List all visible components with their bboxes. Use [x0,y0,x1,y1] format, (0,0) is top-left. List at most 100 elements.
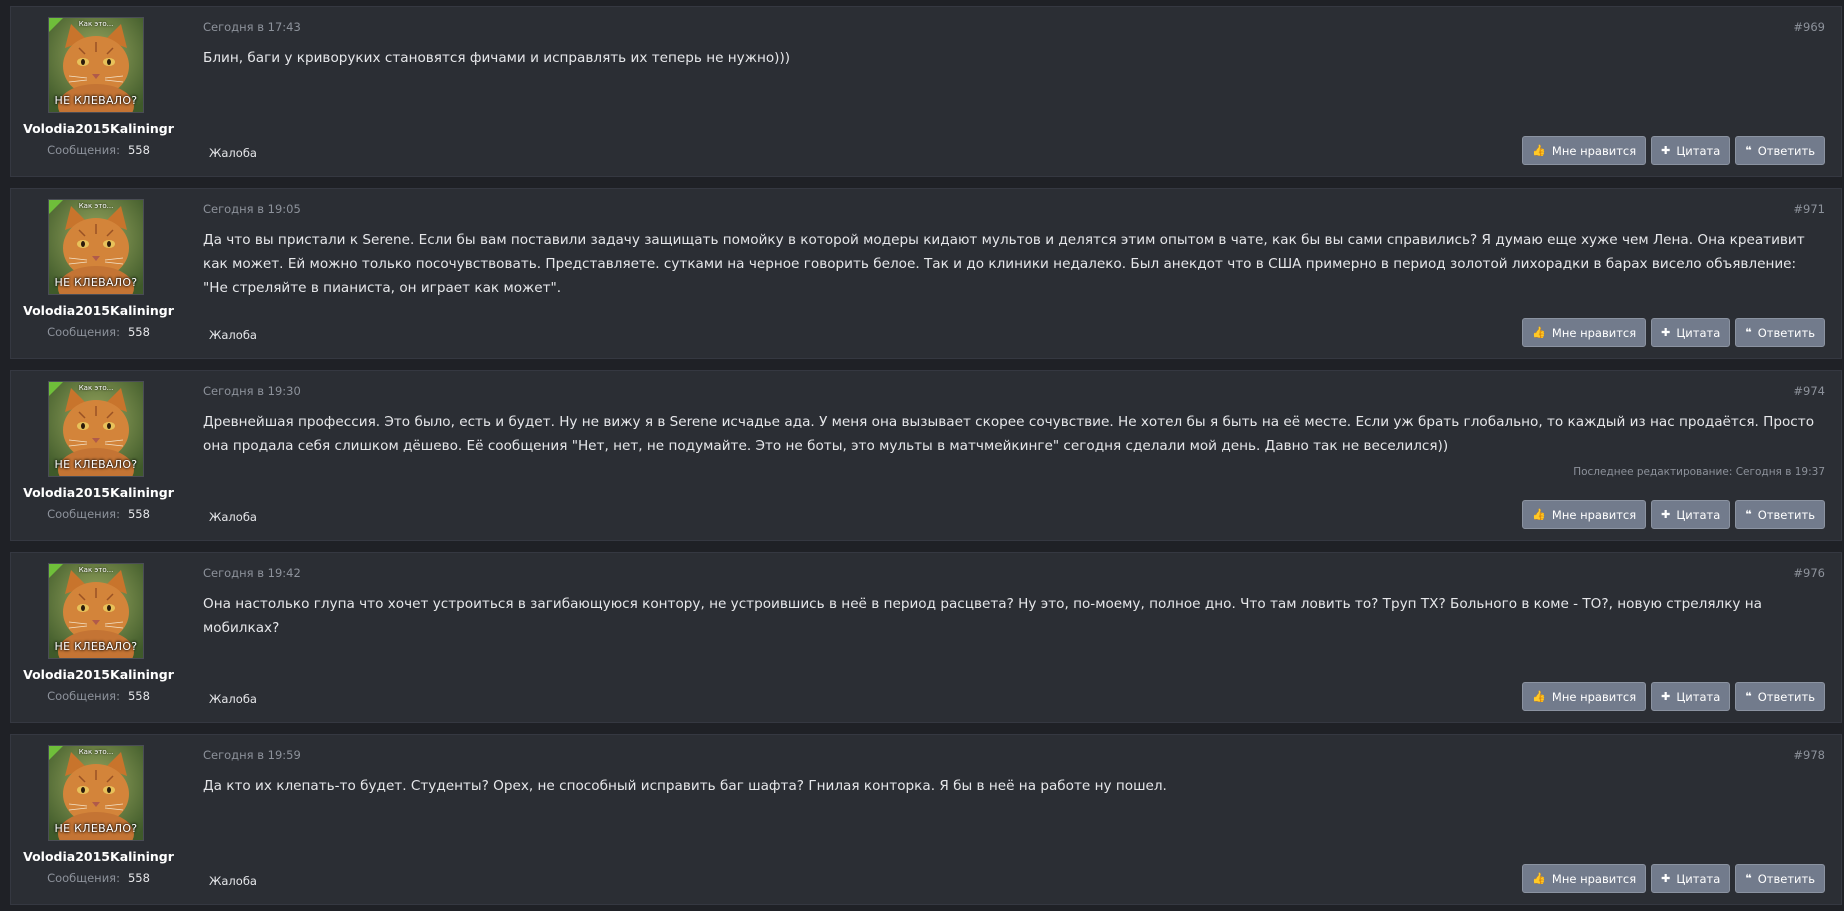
plus-icon: ✚ [1661,144,1671,157]
reply-button[interactable]: ❝ Ответить [1735,136,1825,165]
posts-list: Как это... НЕ КЛЕВАЛО? Volodia2015Kalini… [0,0,1844,911]
message-count-label: Сообщения: [47,143,120,157]
reply-button-label: Ответить [1757,143,1815,158]
reply-button[interactable]: ❝ Ответить [1735,500,1825,529]
quote-button[interactable]: ✚ Цитата [1651,136,1731,165]
reply-button-label: Ответить [1757,507,1815,522]
post-body: Да кто их клепать-то будет. Студенты? Ор… [203,778,1167,794]
report-link[interactable]: Жалоба [209,692,257,706]
like-button[interactable]: 👍 Мне нравится [1522,318,1647,347]
avatar-caption-top: Как это... [78,20,114,28]
reply-button[interactable]: ❝ Ответить [1735,864,1825,893]
post-actions: 👍 Мне нравится ✚ Цитата ❝ Ответить [1522,136,1825,165]
message-count-value[interactable]: 558 [128,871,150,885]
post-actions: 👍 Мне нравится ✚ Цитата ❝ Ответить [1522,682,1825,711]
post-date[interactable]: Сегодня в 19:05 [203,202,301,216]
report-link[interactable]: Жалоба [209,328,257,342]
like-button-label: Мне нравится [1551,689,1637,704]
post-date[interactable]: Сегодня в 19:42 [203,566,301,580]
quote-button[interactable]: ✚ Цитата [1651,500,1731,529]
post-number[interactable]: #969 [1793,20,1825,34]
avatar[interactable]: Как это... НЕ КЛЕВАЛО? [48,17,144,113]
post: Как это... НЕ КЛЕВАЛО? Volodia2015Kalini… [10,370,1842,541]
thumbs-up-icon: 👍 [1532,872,1546,885]
avatar-caption-bottom: НЕ КЛЕВАЛО? [54,822,138,835]
quote-button[interactable]: ✚ Цитата [1651,318,1731,347]
avatar-caption-bottom: НЕ КЛЕВАЛО? [54,458,138,471]
plus-icon: ✚ [1661,326,1671,339]
username[interactable]: Volodia2015Kaliningr [11,303,186,318]
avatar-caption-bottom: НЕ КЛЕВАЛО? [54,640,138,653]
post-actions: 👍 Мне нравится ✚ Цитата ❝ Ответить [1522,864,1825,893]
user-cell: Как это... НЕ КЛЕВАЛО? Volodia2015Kalini… [11,189,186,358]
like-button[interactable]: 👍 Мне нравится [1522,864,1647,893]
avatar[interactable]: Как это... НЕ КЛЕВАЛО? [48,381,144,477]
plus-icon: ✚ [1661,872,1671,885]
quote-icon: ❝ [1745,508,1752,521]
user-cell: Как это... НЕ КЛЕВАЛО? Volodia2015Kalini… [11,7,186,176]
post: Как это... НЕ КЛЕВАЛО? Volodia2015Kalini… [10,6,1842,177]
post: Как это... НЕ КЛЕВАЛО? Volodia2015Kalini… [10,734,1842,905]
like-button-label: Мне нравится [1551,325,1637,340]
avatar[interactable]: Как это... НЕ КЛЕВАЛО? [48,563,144,659]
quote-icon: ❝ [1745,690,1752,703]
message-count: Сообщения: 558 [11,689,186,703]
post-date[interactable]: Сегодня в 17:43 [203,20,301,34]
report-link[interactable]: Жалоба [209,874,257,888]
quote-icon: ❝ [1745,326,1752,339]
reply-button-label: Ответить [1757,689,1815,704]
user-cell: Как это... НЕ КЛЕВАЛО? Volodia2015Kalini… [11,735,186,904]
like-button-label: Мне нравится [1551,143,1637,158]
username[interactable]: Volodia2015Kaliningr [11,667,186,682]
thumbs-up-icon: 👍 [1532,326,1546,339]
avatar-caption-bottom: НЕ КЛЕВАЛО? [54,276,138,289]
message-count-label: Сообщения: [47,325,120,339]
like-button[interactable]: 👍 Мне нравится [1522,500,1647,529]
avatar-caption-bottom: НЕ КЛЕВАЛО? [54,94,138,107]
post-number[interactable]: #971 [1793,202,1825,216]
message-count-value[interactable]: 558 [128,325,150,339]
post-number[interactable]: #974 [1793,384,1825,398]
username[interactable]: Volodia2015Kaliningr [11,121,186,136]
like-button[interactable]: 👍 Мне нравится [1522,682,1647,711]
post-number[interactable]: #978 [1793,748,1825,762]
post-number[interactable]: #976 [1793,566,1825,580]
user-cell: Как это... НЕ КЛЕВАЛО? Volodia2015Kalini… [11,553,186,722]
post-date[interactable]: Сегодня в 19:59 [203,748,301,762]
thumbs-up-icon: 👍 [1532,144,1546,157]
post-body: Древнейшая профессия. Это было, есть и б… [203,414,1815,454]
avatar[interactable]: Как это... НЕ КЛЕВАЛО? [48,745,144,841]
message-count-label: Сообщения: [47,507,120,521]
avatar-caption-top: Как это... [78,748,114,756]
avatar-caption-top: Как это... [78,202,114,210]
post-actions: 👍 Мне нравится ✚ Цитата ❝ Ответить [1522,318,1825,347]
quote-button[interactable]: ✚ Цитата [1651,682,1731,711]
username[interactable]: Volodia2015Kaliningr [11,485,186,500]
report-link[interactable]: Жалоба [209,146,257,160]
message-count-label: Сообщения: [47,871,120,885]
post-date[interactable]: Сегодня в 19:30 [203,384,301,398]
quote-button-label: Цитата [1676,507,1721,522]
message-count: Сообщения: 558 [11,871,186,885]
plus-icon: ✚ [1661,690,1671,703]
post-body: Она настолько глупа что хочет устроиться… [203,596,1762,636]
message-count: Сообщения: 558 [11,507,186,521]
quote-button[interactable]: ✚ Цитата [1651,864,1731,893]
like-button[interactable]: 👍 Мне нравится [1522,136,1647,165]
post: Как это... НЕ КЛЕВАЛО? Volodia2015Kalini… [10,188,1842,359]
reply-button[interactable]: ❝ Ответить [1735,318,1825,347]
reply-button[interactable]: ❝ Ответить [1735,682,1825,711]
quote-icon: ❝ [1745,144,1752,157]
message-count-value[interactable]: 558 [128,143,150,157]
report-link[interactable]: Жалоба [209,510,257,524]
reply-button-label: Ответить [1757,871,1815,886]
reply-button-label: Ответить [1757,325,1815,340]
thumbs-up-icon: 👍 [1532,508,1546,521]
post-edited-note: Последнее редактирование: Сегодня в 19:3… [1573,466,1825,478]
avatar[interactable]: Как это... НЕ КЛЕВАЛО? [48,199,144,295]
message-count-value[interactable]: 558 [128,689,150,703]
post: Как это... НЕ КЛЕВАЛО? Volodia2015Kalini… [10,552,1842,723]
message-count: Сообщения: 558 [11,325,186,339]
username[interactable]: Volodia2015Kaliningr [11,849,186,864]
message-count-value[interactable]: 558 [128,507,150,521]
